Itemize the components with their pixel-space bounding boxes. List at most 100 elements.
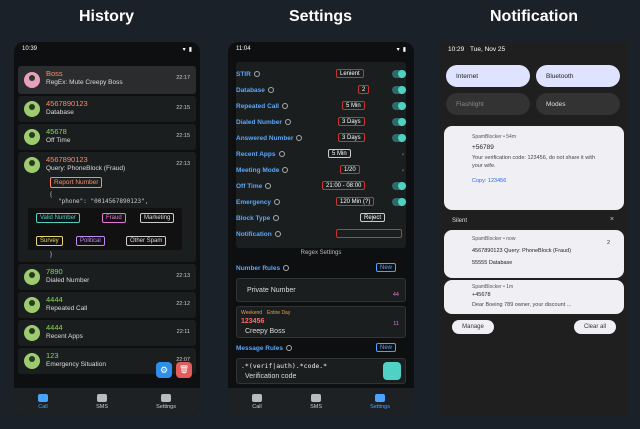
battery-icon: ▮	[402, 46, 406, 53]
nav-sms-label: SMS	[96, 404, 109, 410]
setting-value[interactable]: 1/20	[340, 165, 360, 174]
setting-value[interactable]: 21:00 - 08:00	[322, 181, 366, 190]
edit-fab[interactable]	[383, 362, 401, 380]
number-rule-item[interactable]: Weekend Entire Day 123456 Creepy Boss 11	[236, 306, 406, 338]
help-icon[interactable]	[253, 71, 260, 77]
setting-stir[interactable]: STIR Lenient	[236, 68, 406, 80]
regex-settings-header: Regex Settings	[300, 250, 342, 256]
number-rule-item[interactable]: Private Number 44	[236, 278, 406, 302]
call-reason: RegEx: Mute Creepy Boss	[46, 79, 123, 86]
history-item[interactable]: 4444 Recent Apps 22:11	[18, 320, 196, 346]
help-icon[interactable]	[278, 151, 285, 157]
history-item[interactable]: 4567890123 Database 22:15	[18, 96, 196, 122]
setting-value[interactable]: 5 Min	[342, 101, 365, 110]
tag-marketing[interactable]: Marketing	[140, 213, 175, 223]
notification-title: Notification	[490, 8, 578, 25]
history-title: History	[78, 8, 135, 25]
nav-settings-label: Settings	[156, 404, 176, 410]
nav-settings[interactable]: Settings	[156, 394, 176, 410]
tile-modes[interactable]: Modes	[536, 93, 620, 115]
report-number-button[interactable]: Report Number	[50, 177, 103, 188]
rule-count: 44	[392, 292, 399, 298]
tag-survey[interactable]: Survey	[36, 236, 63, 246]
help-icon[interactable]	[283, 265, 290, 271]
help-icon[interactable]	[285, 345, 292, 351]
history-item-expanded[interactable]: 4567890123 Query: PhoneBlock (Fraud) 22:…	[18, 152, 196, 262]
toggle[interactable]	[392, 70, 406, 78]
tile-internet[interactable]: Internet	[446, 65, 530, 87]
tag-fraud[interactable]: Fraud	[102, 213, 126, 223]
call-reason: Off Time	[46, 137, 71, 144]
status-bar: 10:39 ▾ ▮	[14, 42, 200, 56]
help-icon[interactable]	[265, 183, 272, 189]
setting-value[interactable]: Lenient	[336, 69, 364, 78]
notification-card[interactable]: SpamBlocker • 54m +56789 Your verificati…	[444, 126, 624, 210]
chevron-right-icon[interactable]: ›	[402, 151, 404, 158]
setting-answered-number[interactable]: Answered Number 3 Days	[236, 132, 406, 144]
toggle[interactable]	[392, 134, 406, 142]
setting-repeated-call[interactable]: Repeated Call 5 Min	[236, 100, 406, 112]
new-number-rule-button[interactable]: New	[376, 263, 397, 272]
call-reason: Recent Apps	[46, 333, 83, 340]
setting-value[interactable]: 3 Days	[338, 133, 365, 142]
notification-card[interactable]: SpamBlocker • 1m +45678 Dear Boeing 789 …	[444, 280, 624, 314]
manage-button[interactable]: Manage	[452, 320, 494, 334]
new-message-rule-button[interactable]: New	[376, 343, 397, 352]
help-icon[interactable]	[284, 119, 291, 125]
setting-value[interactable]: 120 Min (?)	[336, 197, 375, 206]
tile-bluetooth[interactable]: Bluetooth	[536, 65, 620, 87]
toggle[interactable]	[392, 198, 406, 206]
copy-code-button[interactable]: Copy: 123456	[472, 178, 506, 184]
nav-call[interactable]: Call	[38, 394, 49, 410]
setting-label: Recent Apps	[236, 150, 276, 158]
notification-options[interactable]	[336, 229, 402, 238]
setting-database[interactable]: Database 2	[236, 84, 406, 96]
toggle[interactable]	[392, 102, 406, 110]
bottom-nav: Call SMS Settings	[14, 388, 200, 416]
setting-value[interactable]: 2	[358, 85, 370, 94]
history-panel: History 10:39 ▾ ▮ Boss RegEx: Mute Creepy …	[0, 0, 213, 429]
toggle[interactable]	[392, 182, 406, 190]
nav-settings[interactable]: Settings	[370, 394, 390, 410]
tag-other-spam[interactable]: Other Spam	[126, 236, 167, 246]
help-icon[interactable]	[273, 215, 280, 221]
setting-value[interactable]: 5 Min	[328, 149, 351, 158]
nav-sms[interactable]: SMS	[96, 394, 108, 410]
setting-dialed-number[interactable]: Dialed Number 3 Days	[236, 116, 406, 128]
toggle[interactable]	[392, 86, 406, 94]
setting-block-type[interactable]: Block Type Reject	[236, 212, 406, 224]
setting-emergency[interactable]: Emergency 120 Min (?)	[236, 196, 406, 208]
setting-meeting-mode[interactable]: Meeting Mode 1/20 ›	[236, 164, 406, 176]
history-item[interactable]: 45678 Off Time 22:15	[18, 124, 196, 150]
help-icon[interactable]	[267, 87, 274, 93]
clear-all-button[interactable]: Clear all	[574, 320, 616, 334]
history-item[interactable]: 4444 Repeated Call 22:12	[18, 292, 196, 318]
help-icon[interactable]	[282, 167, 289, 173]
delete-fab[interactable]: 🗑	[176, 362, 192, 378]
setting-off-time[interactable]: Off Time 21:00 - 08:00	[236, 180, 406, 192]
toggle[interactable]	[392, 118, 406, 126]
nav-call[interactable]: Call	[252, 394, 263, 410]
notification-card[interactable]: SpamBlocker • now 4567890123 Query: Phon…	[444, 230, 624, 278]
tag-political[interactable]: Political	[76, 236, 105, 246]
chevron-right-icon[interactable]: ›	[402, 167, 404, 174]
setting-recent-apps[interactable]: Recent Apps 5 Min ›	[236, 148, 406, 160]
close-icon[interactable]: ×	[610, 216, 614, 223]
help-icon[interactable]	[296, 135, 303, 141]
tag-valid-number[interactable]: Valid Number	[36, 213, 80, 223]
history-phone: 10:39 ▾ ▮ Boss RegEx: Mute Creepy Boss 22:…	[14, 42, 200, 416]
setting-notification[interactable]: Notification	[236, 228, 406, 240]
help-icon[interactable]	[274, 231, 281, 237]
nav-sms[interactable]: SMS	[310, 394, 322, 410]
setting-label: Dialed Number	[236, 118, 282, 126]
help-icon[interactable]	[274, 199, 281, 205]
history-item[interactable]: Boss RegEx: Mute Creepy Boss 22:17	[18, 66, 196, 94]
history-item[interactable]: 7890 Dialed Number 22:13	[18, 264, 196, 290]
setting-value[interactable]: Reject	[360, 213, 386, 222]
message-rule-item[interactable]: .*(verif|auth).*code.* Verification code	[236, 358, 406, 384]
rule-name: Creepy Boss	[245, 328, 286, 335]
tile-flashlight[interactable]: Flashlight	[446, 93, 530, 115]
setting-value[interactable]: 3 Days	[338, 117, 365, 126]
settings-fab[interactable]: ⚙	[156, 362, 172, 378]
help-icon[interactable]	[282, 103, 288, 109]
